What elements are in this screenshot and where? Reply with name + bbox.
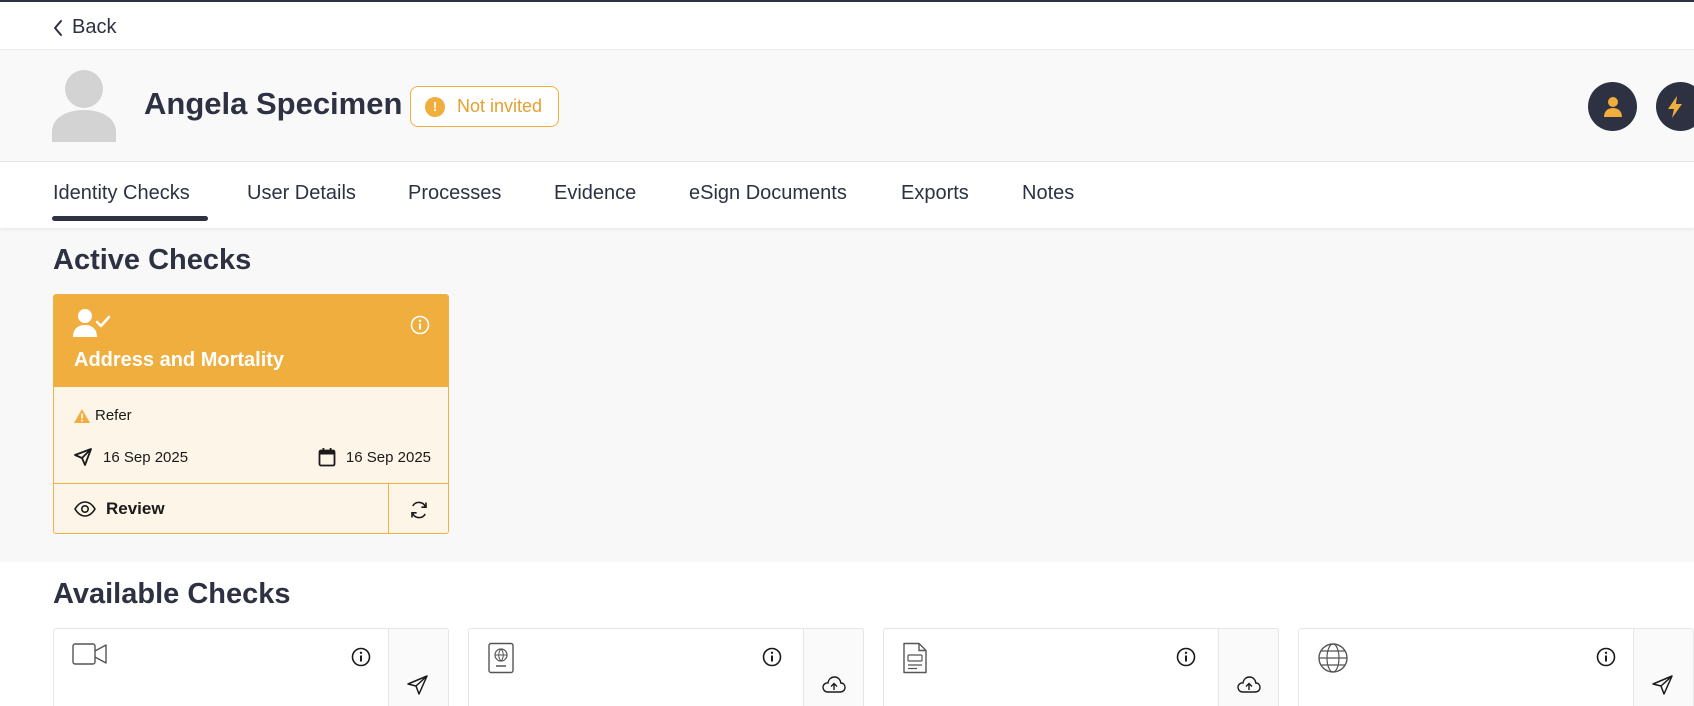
refresh-button[interactable] <box>388 484 448 533</box>
info-icon[interactable] <box>762 647 782 667</box>
quick-actions-button[interactable] <box>1656 82 1694 131</box>
active-checks-section: Active Checks Address and Mortality Refe… <box>0 228 1694 562</box>
avatar <box>52 70 116 142</box>
review-label: Review <box>106 499 165 518</box>
profile-header: Angela Specimen ! Not invited <box>0 50 1694 162</box>
upload-check-button[interactable] <box>1218 629 1278 706</box>
back-button[interactable]: Back <box>52 16 116 39</box>
upload-check-button[interactable] <box>803 629 863 706</box>
active-tab-indicator <box>52 216 208 221</box>
check-card-title: Address and Mortality <box>74 349 285 371</box>
available-check-card <box>1298 628 1694 706</box>
send-icon <box>74 448 92 466</box>
check-result: Refer <box>73 407 132 424</box>
sent-date-value: 16 Sep 2025 <box>103 448 189 466</box>
eye-icon <box>74 501 96 517</box>
check-card-header: Address and Mortality <box>54 295 448 387</box>
info-icon[interactable] <box>1596 647 1616 667</box>
send-icon <box>1652 675 1673 695</box>
tab-evidence[interactable]: Evidence <box>554 182 636 205</box>
tab-bar: Identity Checks User Details Processes E… <box>0 162 1694 228</box>
upload-cloud-icon <box>1237 676 1261 693</box>
calendar-icon <box>318 448 336 467</box>
user-name: Angela Specimen <box>144 86 403 121</box>
tab-processes[interactable]: Processes <box>408 182 501 205</box>
check-card-footer: Review <box>54 483 448 533</box>
user-icon <box>1603 96 1622 117</box>
due-date: 16 Sep 2025 <box>318 447 431 467</box>
globe-icon <box>1318 643 1348 673</box>
review-button[interactable]: Review <box>74 499 165 519</box>
document-icon <box>903 642 927 674</box>
available-check-card <box>53 628 449 706</box>
video-icon <box>72 643 107 665</box>
send-icon <box>407 675 428 695</box>
status-badge: ! Not invited <box>410 86 559 127</box>
available-checks-heading: Available Checks <box>53 578 291 610</box>
available-check-card <box>883 628 1279 706</box>
back-label: Back <box>72 16 117 38</box>
status-label: Not invited <box>457 96 543 116</box>
tab-notes[interactable]: Notes <box>1022 182 1074 205</box>
due-date-value: 16 Sep 2025 <box>345 448 431 466</box>
tab-user-details[interactable]: User Details <box>247 182 356 205</box>
sent-date: 16 Sep 2025 <box>73 447 188 467</box>
active-checks-heading: Active Checks <box>53 244 252 276</box>
send-check-button[interactable] <box>1633 629 1693 706</box>
chevron-left-icon <box>54 19 62 36</box>
refresh-icon <box>410 501 427 518</box>
check-card-address-mortality: Address and Mortality Refer 16 Sep 2025 <box>53 294 449 534</box>
tab-exports[interactable]: Exports <box>901 182 969 205</box>
tab-identity-checks[interactable]: Identity Checks <box>53 182 190 205</box>
info-icon[interactable] <box>1176 647 1196 667</box>
user-check-icon <box>73 309 111 337</box>
send-check-button[interactable] <box>388 629 448 706</box>
user-profile-button[interactable] <box>1588 82 1637 131</box>
tab-esign-documents[interactable]: eSign Documents <box>689 182 847 205</box>
warning-icon <box>74 408 90 423</box>
top-bar: Back <box>0 0 1694 50</box>
info-icon[interactable] <box>351 647 371 667</box>
info-icon[interactable] <box>410 315 430 335</box>
available-check-card <box>468 628 864 706</box>
exclamation-icon: ! <box>425 96 445 117</box>
check-dates: 16 Sep 2025 16 Sep 2025 <box>73 447 431 467</box>
passport-icon <box>488 642 514 674</box>
available-checks-section: Available Checks <box>0 562 1694 706</box>
result-label: Refer <box>95 407 132 424</box>
lightning-icon <box>1667 95 1682 118</box>
upload-cloud-icon <box>822 676 846 693</box>
